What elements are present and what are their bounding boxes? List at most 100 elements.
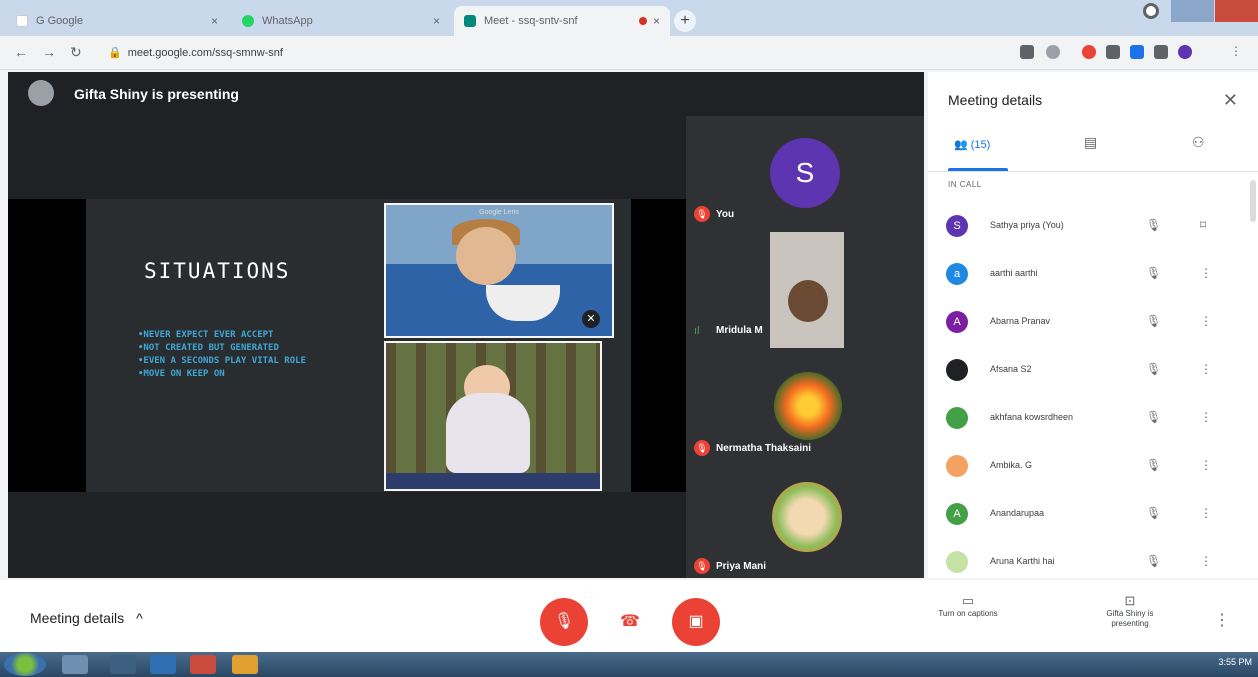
slide-bullets: •NEVER EXPECT EVER ACCEPT •NOT CREATED B… bbox=[138, 330, 372, 382]
participant-name: Anandarupaa bbox=[990, 508, 1045, 518]
hang-up-icon: ☎ bbox=[620, 613, 640, 630]
meeting-details-button[interactable]: Meeting details ^ bbox=[30, 610, 143, 626]
reload-icon[interactable]: ↻ bbox=[70, 44, 82, 61]
more-icon[interactable]: ⋮ bbox=[1200, 554, 1212, 568]
tab-whatsapp[interactable]: WhatsApp × bbox=[232, 6, 450, 36]
more-icon[interactable]: ⋮ bbox=[1200, 266, 1212, 280]
list-item[interactable]: Aruna Karthi hai 🎙 ⋮ bbox=[928, 544, 1246, 578]
people-count: (15) bbox=[970, 139, 991, 151]
presenting-button[interactable]: ⊡ Gifta Shiny is presenting bbox=[1088, 594, 1172, 629]
close-tab-icon[interactable]: × bbox=[653, 14, 660, 28]
browser-tab-bar: G Google × WhatsApp × Meet - ssq-sntv-sn… bbox=[0, 0, 1258, 36]
more-icon[interactable]: ⋮ bbox=[1200, 410, 1212, 424]
more-options-icon[interactable]: ⋮ bbox=[1214, 610, 1230, 630]
camera-off-icon: ▣ bbox=[688, 613, 704, 630]
address-bar-row: ← → ↻ 🔒 meet.google.com/ssq-smnw-snf ⋮ bbox=[0, 36, 1258, 70]
google-favicon-icon bbox=[16, 15, 28, 27]
list-item[interactable]: S Sathya priya (You) 🎙 ⌑ bbox=[928, 208, 1246, 256]
mic-off-icon: 🎙 bbox=[694, 440, 710, 456]
presenting-text: Gifta Shiny is presenting bbox=[74, 86, 239, 102]
minimize-button[interactable] bbox=[1170, 0, 1214, 22]
tile-name: Priya Mani bbox=[716, 561, 767, 572]
close-tab-icon[interactable]: × bbox=[433, 14, 440, 28]
mic-off-icon[interactable]: 🎙 bbox=[1146, 410, 1161, 424]
participant-tile[interactable]: ıl Mridula M bbox=[686, 232, 924, 348]
participant-tiles: S 🎙 You ıl Mridula M 🎙 Nermatha Thaksain… bbox=[686, 116, 924, 578]
tab-chat[interactable]: ▤ bbox=[1084, 134, 1097, 151]
avatar: a bbox=[946, 263, 968, 285]
participant-video bbox=[770, 232, 844, 348]
extension-red-icon[interactable] bbox=[1082, 45, 1096, 59]
more-icon[interactable]: ⋮ bbox=[1200, 314, 1212, 328]
start-button[interactable] bbox=[4, 653, 46, 676]
presentation-video: SITUATIONS •NEVER EXPECT EVER ACCEPT •NO… bbox=[8, 116, 686, 578]
mic-off-icon[interactable]: 🎙 bbox=[1146, 362, 1161, 376]
list-item[interactable]: A Anandarupaa 🎙 ⋮ bbox=[928, 496, 1246, 544]
participant-list: S Sathya priya (You) 🎙 ⌑ a aarthi aarthi… bbox=[928, 208, 1246, 578]
mic-off-icon[interactable]: 🎙 bbox=[1146, 458, 1161, 472]
taskbar-app-icon[interactable] bbox=[62, 655, 88, 674]
tab-activities[interactable]: ⚇ bbox=[1192, 134, 1205, 151]
window-controls bbox=[1118, 0, 1258, 24]
os-taskbar: 3:55 PM bbox=[0, 652, 1258, 677]
participant-tile[interactable]: 🎙 Priya Mani bbox=[686, 464, 924, 578]
participant-tile[interactable]: 🎙 Nermatha Thaksaini bbox=[686, 348, 924, 464]
participant-name: akhfana kowsrdheen bbox=[990, 412, 1074, 422]
people-icon: 👥 bbox=[954, 139, 968, 151]
tab-label: G Google bbox=[36, 15, 84, 27]
extension-grid-icon[interactable] bbox=[1106, 45, 1120, 59]
close-window-button[interactable] bbox=[1214, 0, 1258, 22]
tab-people[interactable]: 👥 (15) bbox=[954, 138, 990, 151]
mic-off-icon[interactable]: 🎙 bbox=[1146, 266, 1161, 280]
forward-icon[interactable]: → bbox=[42, 44, 56, 60]
list-item[interactable]: akhfana kowsrdheen 🎙 ⋮ bbox=[928, 400, 1246, 448]
address-input[interactable]: 🔒 meet.google.com/ssq-smnw-snf bbox=[108, 42, 908, 64]
scrollbar[interactable] bbox=[1250, 180, 1256, 222]
taskbar-app-icon[interactable] bbox=[232, 655, 258, 674]
new-tab-button[interactable]: + bbox=[674, 10, 696, 32]
list-item[interactable]: Afsana S2 🎙 ⋮ bbox=[928, 352, 1246, 400]
tab-meet[interactable]: Meet - ssq-sntv-snf × bbox=[454, 6, 670, 36]
extension-blue-icon[interactable] bbox=[1130, 45, 1144, 59]
tab-google[interactable]: G Google × bbox=[6, 6, 228, 36]
list-item[interactable]: a aarthi aarthi 🎙 ⋮ bbox=[928, 256, 1246, 304]
camera-extension-icon[interactable] bbox=[1020, 45, 1034, 59]
microphone-toggle-button[interactable]: 🎙 bbox=[540, 598, 588, 646]
close-icon[interactable]: ✕ bbox=[1223, 90, 1238, 111]
more-icon[interactable]: ⋮ bbox=[1200, 458, 1212, 472]
profile-avatar-icon[interactable] bbox=[1178, 45, 1192, 59]
chevron-up-icon: ^ bbox=[136, 610, 143, 626]
taskbar-app-icon[interactable] bbox=[110, 655, 136, 674]
close-tab-icon[interactable]: × bbox=[211, 14, 218, 28]
camera-toggle-button[interactable]: ▣ bbox=[672, 598, 720, 646]
avatar bbox=[774, 372, 842, 440]
mic-off-icon[interactable]: 🎙 bbox=[1146, 314, 1161, 328]
whatsapp-favicon-icon bbox=[242, 15, 254, 27]
close-lens-icon[interactable]: ✕ bbox=[582, 310, 600, 328]
avatar bbox=[946, 551, 968, 573]
participant-tile[interactable]: S 🎙 You bbox=[686, 116, 924, 232]
extensions-puzzle-icon[interactable] bbox=[1154, 45, 1168, 59]
profile-icon[interactable] bbox=[1136, 0, 1170, 22]
mic-off-icon[interactable]: 🎙 bbox=[1146, 218, 1161, 232]
recording-dot-icon bbox=[638, 17, 647, 25]
menu-kebab-icon[interactable]: ⋮ bbox=[1230, 44, 1242, 58]
meeting-details-panel: Meeting details ✕ 👥 (15) ▤ ⚇ IN CALL S S… bbox=[928, 72, 1258, 578]
star-icon[interactable] bbox=[1046, 45, 1060, 59]
captions-button[interactable]: ▭ Turn on captions bbox=[928, 594, 1008, 619]
slide-bullet: •EVEN A SECONDS PLAY VITAL ROLE bbox=[138, 356, 306, 366]
more-icon[interactable]: ⋮ bbox=[1200, 506, 1212, 520]
participant-name: aarthi aarthi bbox=[990, 268, 1038, 278]
section-label: IN CALL bbox=[948, 180, 982, 189]
slide-title: SITUATIONS bbox=[144, 259, 291, 283]
leave-call-button[interactable]: ☎ bbox=[606, 598, 654, 646]
mic-off-icon[interactable]: 🎙 bbox=[1146, 506, 1161, 520]
list-item[interactable]: Ambika. G 🎙 ⋮ bbox=[928, 448, 1246, 496]
back-icon[interactable]: ← bbox=[14, 44, 28, 60]
more-icon[interactable]: ⋮ bbox=[1200, 362, 1212, 376]
taskbar-app-icon[interactable] bbox=[190, 655, 216, 674]
mic-off-icon[interactable]: 🎙 bbox=[1146, 554, 1161, 568]
list-item[interactable]: A Abarna Pranav 🎙 ⋮ bbox=[928, 304, 1246, 352]
taskbar-app-icon[interactable] bbox=[150, 655, 176, 674]
pin-icon[interactable]: ⌑ bbox=[1200, 218, 1206, 232]
